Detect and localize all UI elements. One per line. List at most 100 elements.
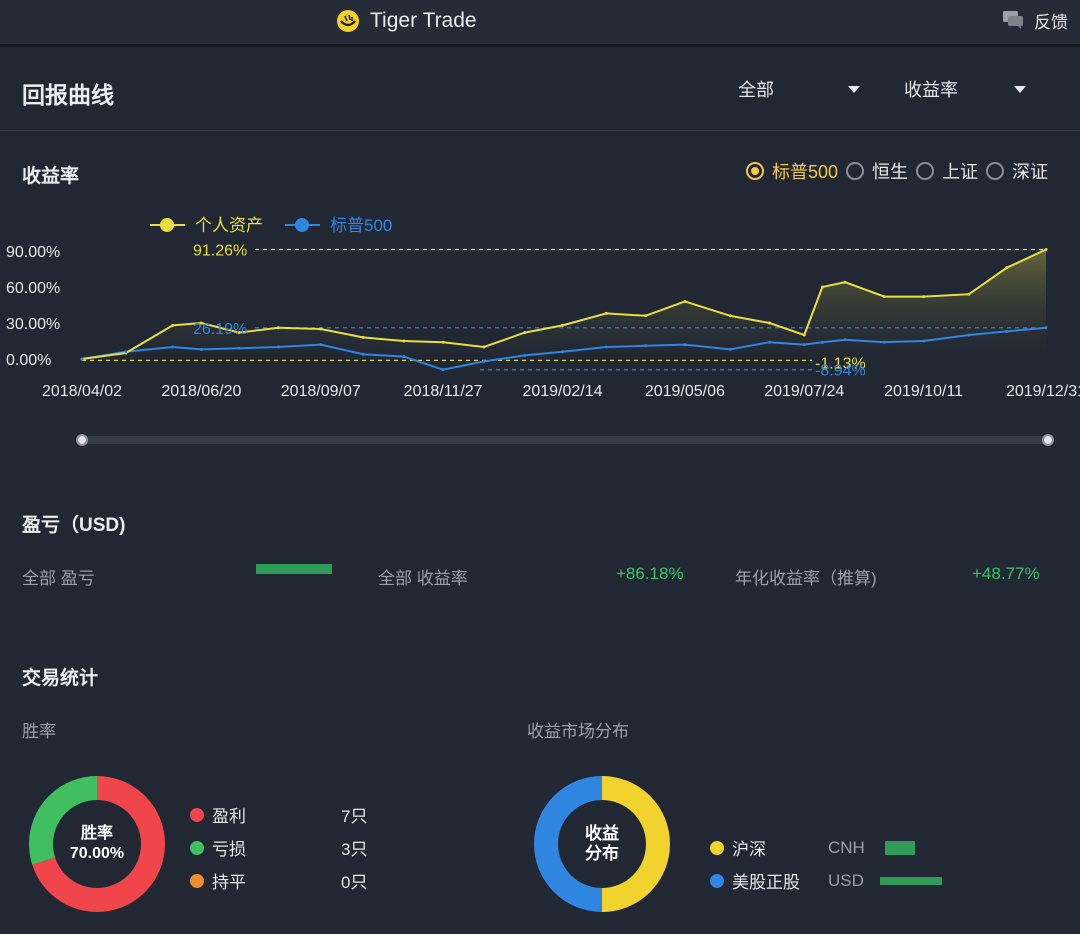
- yellow-dot-icon: [710, 840, 724, 855]
- win-legend-loss: 亏损 3只: [190, 835, 367, 860]
- scope-dropdown[interactable]: 全部: [738, 76, 860, 102]
- x-tick-label: 2019/10/11: [884, 383, 963, 400]
- legend-marker-sp500: [295, 218, 309, 232]
- chat-bubble-icon: [1003, 11, 1023, 29]
- win-legend-label: 持平: [212, 873, 246, 892]
- portfolio-point: [482, 345, 486, 349]
- x-tick-label: 2018/11/27: [404, 383, 483, 400]
- x-tick-label: 2018/06/20: [161, 383, 241, 400]
- portfolio-point: [728, 314, 732, 318]
- returns-header: 回报曲线 全部 收益率: [0, 50, 1080, 131]
- market-legend-currency: USD: [828, 870, 864, 890]
- radio-icon: [745, 162, 764, 180]
- sp500-point: [1044, 326, 1048, 330]
- benchmark-label: 恒生: [872, 162, 908, 182]
- returns-chart: 个人资产 标普500 90.00% 60.00% 30.00% 0.00% 2018/0…: [6, 216, 1080, 400]
- portfolio-point: [604, 311, 608, 315]
- pnl-stats-row: 全部 盈亏 全部 收益率 +86.18% 年化收益率（推算) +48.77%: [0, 564, 1080, 588]
- portfolio-point: [171, 323, 175, 327]
- sp500-point: [728, 347, 732, 351]
- portfolio-point: [523, 331, 527, 335]
- market-legend-cn: 沪深 CNH: [710, 835, 915, 860]
- sp500-point: [80, 357, 84, 361]
- portfolio-point: [441, 340, 445, 344]
- sp500-point: [171, 345, 175, 349]
- win-rate-center-label: 胜率: [80, 825, 113, 842]
- portfolio-point: [967, 292, 971, 296]
- radio-icon: [916, 162, 934, 180]
- market-legend-label: 美股正股: [732, 873, 800, 892]
- win-legend-profit: 盈利 7只: [190, 802, 367, 827]
- red-dot-icon: [190, 807, 204, 822]
- portfolio-point: [820, 285, 824, 289]
- total-return-value: +86.18%: [616, 564, 684, 583]
- sp500-point: [604, 345, 608, 349]
- sp500-point: [199, 347, 203, 351]
- x-tick-label: 2019/12/31: [1006, 383, 1080, 400]
- feedback-label: 反馈: [1034, 12, 1068, 32]
- x-tick-label: 2018/04/02: [42, 383, 122, 400]
- sp500-point: [922, 339, 926, 343]
- benchmark-label: 上证: [942, 162, 978, 182]
- total-pnl-label: 全部 盈亏: [22, 569, 95, 588]
- win-legend-count: 0只: [341, 873, 368, 892]
- benchmark-radio-hsi[interactable]: 恒生: [846, 158, 908, 184]
- portfolio-point: [802, 333, 806, 337]
- benchmark-selector: 标普500 恒生 上证 深证: [745, 158, 1048, 184]
- portfolio-point: [683, 299, 687, 303]
- data-annotation-label: 26.19%: [193, 321, 247, 338]
- data-annotation-label: 91.26%: [193, 242, 247, 259]
- market-center-line1: 收益: [585, 824, 619, 843]
- benchmark-label: 深证: [1012, 162, 1048, 182]
- market-distribution-title: 收益市场分布: [527, 722, 629, 741]
- blue-dot-icon: [710, 873, 724, 888]
- date-range-slider[interactable]: [70, 430, 1060, 450]
- portfolio-point: [1044, 247, 1048, 251]
- page-title: 回报曲线: [22, 82, 114, 108]
- sp500-point: [361, 352, 365, 356]
- slider-handle-end[interactable]: [1042, 434, 1054, 446]
- market-value-redacted: [884, 840, 915, 855]
- win-rate-center-value: 70.00%: [69, 845, 125, 862]
- portfolio-point: [843, 280, 847, 284]
- win-legend-count: 3只: [341, 840, 368, 859]
- feedback-button[interactable]: 反馈: [1002, 8, 1068, 32]
- portfolio-point: [1005, 266, 1009, 270]
- benchmark-radio-shanghai[interactable]: 上证: [916, 158, 978, 184]
- portfolio-point: [319, 327, 323, 331]
- win-legend-count: 7只: [341, 807, 368, 826]
- trade-stats-title: 交易统计: [22, 668, 99, 689]
- app-title-group: Tiger Trade: [336, 8, 477, 34]
- sp500-point: [683, 343, 687, 347]
- benchmark-radio-sp500[interactable]: 标普500: [745, 158, 838, 184]
- portfolio-point: [644, 314, 648, 318]
- x-tick-label: 2019/07/24: [764, 383, 844, 400]
- metric-dropdown[interactable]: 收益率: [904, 76, 1026, 102]
- win-legend-label: 亏损: [212, 840, 246, 859]
- win-legend-label: 盈利: [212, 807, 246, 826]
- sp500-point: [560, 350, 564, 354]
- app-title: Tiger Trade: [370, 9, 477, 32]
- annualized-return-label: 年化收益率（推算): [735, 569, 877, 588]
- slider-handle-start[interactable]: [76, 434, 88, 446]
- chevron-down-icon: [848, 85, 860, 93]
- win-rate-center: 胜率 70.00%: [58, 824, 136, 864]
- x-tick-label: 2018/09/07: [281, 383, 361, 400]
- market-legend-currency: CNH: [828, 837, 865, 857]
- y-tick-label: 0.00%: [6, 352, 51, 369]
- sp500-point: [482, 359, 486, 363]
- legend-marker-portfolio: [160, 218, 174, 232]
- legend-label-sp500: 标普500: [330, 216, 392, 235]
- sp500-point: [441, 368, 445, 372]
- metric-dropdown-value: 收益率: [904, 80, 958, 100]
- returns-title: 收益率: [22, 166, 80, 187]
- sp500-point: [276, 345, 280, 349]
- benchmark-radio-shenzhen[interactable]: 深证: [986, 158, 1048, 184]
- market-distribution-center: 收益 分布: [572, 824, 632, 864]
- x-tick-label: 2019/02/14: [522, 383, 602, 400]
- data-annotation-label: -8.94%: [815, 363, 866, 380]
- radio-icon: [986, 162, 1004, 180]
- market-value-redacted: [879, 876, 942, 885]
- pnl-title: 盈亏（USD): [22, 515, 126, 536]
- sp500-point: [402, 355, 406, 359]
